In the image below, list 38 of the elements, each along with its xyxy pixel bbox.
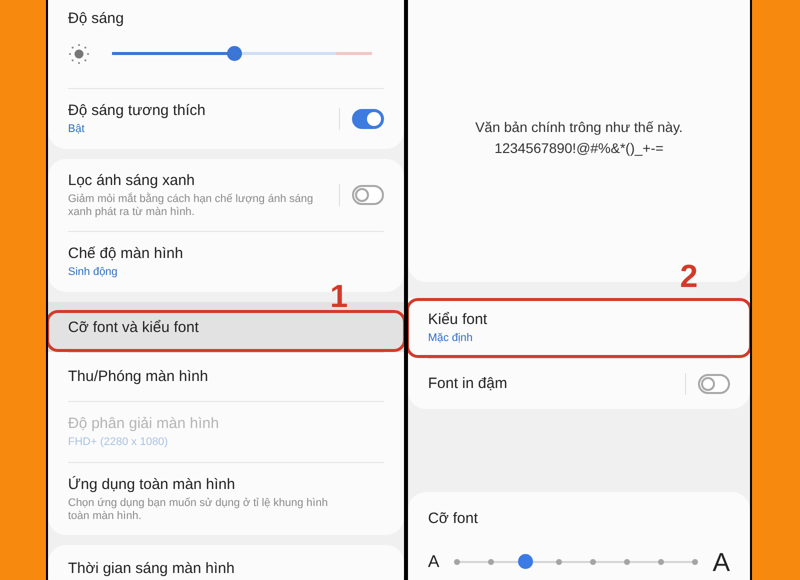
slider-thumb[interactable] [227, 46, 242, 61]
setting-title: Chế độ màn hình [68, 244, 184, 264]
setting-title: Thu/Phóng màn hình [68, 367, 208, 387]
setting-title: Thời gian sáng màn hình [68, 559, 235, 579]
brightness-icon [68, 42, 90, 64]
setting-row[interactable]: Thu/Phóng màn hình [48, 353, 404, 401]
setting-row[interactable]: Thời gian sáng màn hình [48, 545, 404, 580]
step-number: 2 [680, 257, 698, 296]
toggle-switch[interactable] [352, 109, 384, 129]
setting-row[interactable]: Ứng dụng toàn màn hình Chọn ứng dụng bạn muốn sử dụng ở tỉ lệ khung hình toàn màn hình. [48, 463, 404, 535]
setting-row[interactable]: Font in đậm [408, 359, 750, 409]
setting-description: Chọn ứng dụng bạn muốn sử dụng ở tỉ lệ khung hình toàn màn hình. [68, 497, 328, 523]
setting-description: Giảm mỏi mắt bằng cách hạn chế lượng ánh sáng xanh phát ra từ màn hình. [68, 193, 314, 219]
setting-title: Ứng dụng toàn màn hình [68, 475, 236, 495]
setting-value: Sinh động [68, 265, 119, 280]
preview-text: Văn bản chính trông như thế này. [475, 118, 683, 137]
setting-title: Kiểu font [428, 310, 488, 330]
setting-row[interactable]: Độ sáng tương thích Bật [48, 89, 404, 149]
font-size-slider[interactable] [453, 554, 699, 570]
setting-title: Độ sáng [68, 9, 125, 29]
setting-row[interactable]: Kiểu font Mặc định [408, 298, 750, 358]
setting-value: Mặc định [428, 331, 474, 346]
toggle-switch[interactable] [698, 374, 730, 394]
setting-title: Font in đậm [428, 374, 508, 394]
small-a-label: A [428, 551, 440, 574]
brightness-slider[interactable] [112, 46, 372, 61]
toggle-switch[interactable] [352, 185, 384, 205]
large-a-label: A [712, 546, 730, 578]
setting-title: Độ phân giải màn hình [68, 414, 219, 434]
setting-value: FHD+ (2280 x 1080) [68, 435, 169, 450]
setting-title: Cỡ font [428, 509, 479, 529]
setting-title: Cỡ font và kiểu font [68, 318, 199, 338]
slider-thumb[interactable] [518, 554, 534, 569]
setting-title: Lọc ánh sáng xanh [68, 171, 196, 191]
setting-value: Bật [68, 122, 86, 137]
preview-text: 1234567890!@#%&*()_+-= [494, 139, 664, 158]
setting-row[interactable]: Lọc ánh sáng xanh Giảm mỏi mắt bằng cách hạn chế lượng ánh sáng xanh phát ra từ màn hình. [48, 159, 404, 231]
setting-title: Độ sáng tương thích [68, 101, 206, 121]
